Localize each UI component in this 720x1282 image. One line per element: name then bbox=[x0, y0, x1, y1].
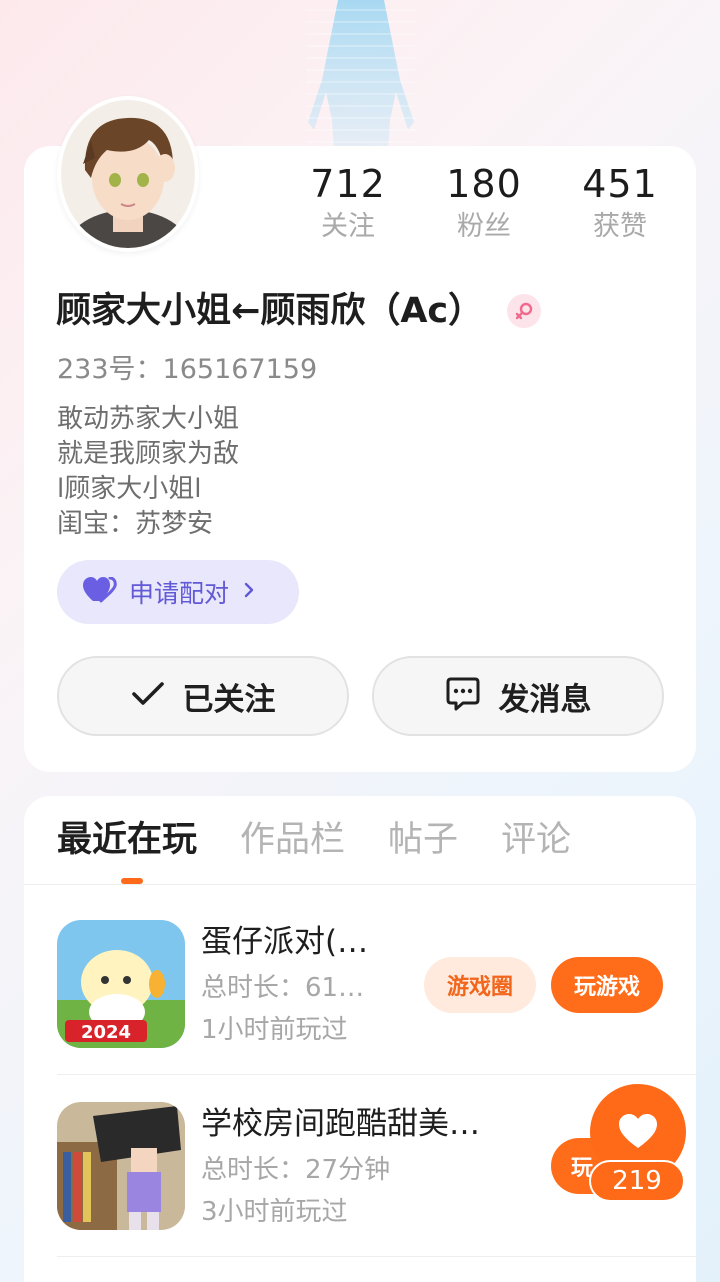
like-fab[interactable]: 219 bbox=[589, 1084, 687, 1204]
check-icon bbox=[131, 681, 165, 711]
svg-text:2024: 2024 bbox=[81, 1022, 131, 1043]
game-duration: 总时长：27分钟 bbox=[201, 1155, 391, 1185]
list-item[interactable]: 2024 蛋仔派对(… 总时长：61… 1小时前玩过 游戏圈 玩游戏 bbox=[57, 920, 697, 1050]
game-last-played: 1小时前玩过 bbox=[201, 1015, 348, 1045]
bio-line: 敢动苏家大小姐 bbox=[57, 404, 240, 434]
stat-value: 712 bbox=[310, 162, 386, 206]
background-figure bbox=[296, 0, 426, 150]
user-id: 233号：165167159 bbox=[57, 354, 318, 385]
divider bbox=[57, 1256, 697, 1257]
game-duration: 总时长：61… bbox=[201, 973, 365, 1003]
stat-label: 粉丝 bbox=[457, 211, 511, 242]
followed-button[interactable]: 已关注 bbox=[57, 656, 349, 736]
stat-value: 180 bbox=[446, 162, 522, 206]
like-count: 219 bbox=[589, 1160, 685, 1202]
stat-following[interactable]: 712 关注 bbox=[300, 160, 396, 246]
game-icon bbox=[57, 1102, 185, 1230]
female-icon bbox=[507, 294, 542, 328]
avatar[interactable] bbox=[57, 96, 199, 252]
profile-name: 顾家大小姐←顾雨欣（Ac） bbox=[56, 291, 484, 331]
send-message-label: 发消息 bbox=[498, 681, 592, 718]
game-last-played: 3小时前玩过 bbox=[201, 1197, 348, 1227]
bio-line: 闺宝：苏梦安 bbox=[57, 509, 214, 539]
stat-label: 关注 bbox=[321, 211, 375, 242]
tab-recently-played[interactable]: 最近在玩 bbox=[57, 812, 197, 868]
send-message-button[interactable]: 发消息 bbox=[372, 656, 664, 736]
bio-line: l顾家大小姐l bbox=[57, 474, 202, 504]
stat-followers[interactable]: 180 粉丝 bbox=[396, 160, 572, 246]
game-title: 蛋仔派对(… bbox=[201, 924, 369, 960]
game-circle-button[interactable]: 游戏圈 bbox=[424, 957, 536, 1013]
game-title: 学校房间跑酷甜美… bbox=[201, 1106, 480, 1142]
tab-works[interactable]: 作品栏 bbox=[240, 812, 345, 868]
stat-likes[interactable]: 451 获赞 bbox=[572, 160, 668, 246]
game-icon: 2024 bbox=[57, 920, 185, 1048]
followed-label: 已关注 bbox=[182, 681, 276, 718]
divider bbox=[24, 884, 696, 885]
bio: 敢动苏家大小姐 就是我顾家为敌 l顾家大小姐l 闺宝：苏梦安 bbox=[57, 402, 239, 542]
pair-request-button[interactable]: 申请配对 bbox=[57, 560, 299, 624]
bio-line: 就是我顾家为敌 bbox=[57, 439, 240, 469]
double-heart-icon bbox=[83, 576, 117, 607]
profile-stats: 712 关注 180 粉丝 451 获赞 bbox=[300, 160, 680, 246]
play-game-button[interactable]: 玩游戏 bbox=[551, 957, 663, 1013]
stat-label: 获赞 bbox=[593, 211, 647, 242]
tab-comments[interactable]: 评论 bbox=[501, 812, 571, 868]
stat-value: 451 bbox=[582, 162, 658, 206]
name-row: 顾家大小姐←顾雨欣（Ac） bbox=[56, 288, 542, 334]
tab-posts[interactable]: 帖子 bbox=[388, 812, 458, 868]
pair-request-label: 申请配对 bbox=[129, 579, 230, 608]
chat-bubble-icon bbox=[445, 676, 481, 716]
divider bbox=[57, 1074, 697, 1075]
profile-tabs: 最近在玩 作品栏 帖子 评论 bbox=[57, 812, 614, 868]
chevron-right-icon bbox=[243, 581, 255, 603]
